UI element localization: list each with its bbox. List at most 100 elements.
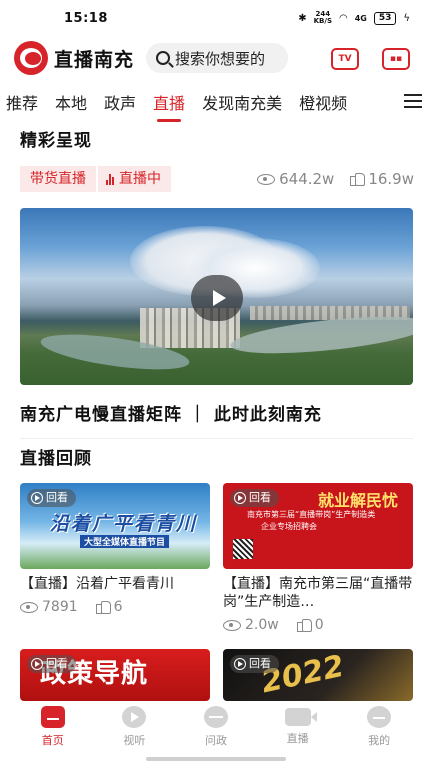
channel-tabs: 推荐 本地 政声 直播 发现南充美 橙视频	[0, 88, 432, 122]
replay-badge: 回看	[27, 489, 76, 507]
bluetooth-icon: ✱	[298, 12, 307, 24]
play-icon	[122, 706, 147, 728]
featured-stats: 644.2w 16.9w	[257, 170, 414, 188]
menu-icon[interactable]	[404, 94, 422, 108]
app-logo-icon	[14, 41, 48, 75]
replay-card-title[interactable]: 【直播】沿着广平看青川	[20, 575, 210, 593]
view-count: 644.2w	[257, 170, 334, 188]
status-time: 15:18	[64, 10, 108, 26]
replay-card[interactable]: 2022 回看	[223, 649, 413, 701]
section-title-replay: 直播回顾	[20, 449, 92, 469]
qr-code-icon	[233, 539, 253, 559]
nav-inquiry[interactable]: 问政	[186, 706, 246, 756]
radio-icon[interactable]: ▪▪	[382, 48, 410, 70]
eye-icon	[257, 173, 276, 185]
replay-card[interactable]: 政策导航 回看	[20, 649, 210, 701]
charging-icon: ϟ	[403, 12, 410, 24]
replay-badge-label: 回看	[249, 491, 271, 504]
replay-thumbnail[interactable]: 就业解民忧 南充市第三届“直播带岗”生产制造类 企业专场招聘会 回看	[223, 483, 413, 569]
signal-icon: 4G	[354, 13, 367, 23]
like-count-value: 16.9w	[368, 170, 414, 188]
replay-play-icon	[234, 658, 246, 670]
replay-thumbnail[interactable]: 政策导航 回看	[20, 649, 210, 701]
live-status-tag: 直播中	[98, 166, 171, 192]
tab-local[interactable]: 本地	[55, 90, 87, 114]
replay-badge-label: 回看	[46, 657, 68, 670]
thumbnail-subtext: 南充市第三届“直播带岗”生产制造类	[247, 510, 376, 519]
net-speed: 244 KB/S	[314, 11, 332, 25]
nav-profile-label: 我的	[368, 734, 391, 747]
nav-audio-video[interactable]: 视听	[104, 706, 164, 756]
bottom-nav: 首页 视听 问政 直播 我的	[0, 706, 432, 756]
search-icon	[156, 51, 171, 65]
live-tags: 带货直播 直播中	[20, 166, 171, 192]
like-count: 0	[296, 617, 324, 633]
play-icon[interactable]	[191, 275, 243, 321]
home-indicator[interactable]	[146, 757, 286, 761]
brand-title: 直播南充	[54, 48, 135, 71]
view-count: 7891	[20, 599, 78, 615]
replay-badge: 回看	[27, 655, 76, 673]
thumbnail-subtext: 大型全媒体直播节目	[80, 535, 170, 548]
replay-badge-label: 回看	[249, 657, 271, 670]
replay-badge: 回看	[230, 655, 279, 673]
status-bar: 15:18 ✱ 244 KB/S ◠ 4G 53 ϟ	[0, 0, 432, 36]
view-count: 2.0w	[223, 617, 279, 633]
replay-badge-label: 回看	[46, 491, 68, 504]
nav-home[interactable]: 首页	[23, 706, 83, 756]
nav-profile[interactable]: 我的	[349, 706, 409, 756]
view-count-value: 644.2w	[279, 170, 335, 188]
home-icon	[40, 706, 65, 728]
like-count: 6	[95, 599, 123, 615]
view-count-value: 7891	[42, 599, 78, 615]
thumbnail-subtext: 企业专场招聘会	[261, 522, 317, 531]
search-bar[interactable]: 搜索你想要的	[146, 43, 289, 73]
battery-icon: 53	[373, 11, 397, 25]
thumbs-up-icon	[350, 172, 366, 186]
like-count: 16.9w	[350, 170, 414, 188]
replay-thumbnail[interactable]: 2022 回看	[223, 649, 413, 701]
eye-icon	[20, 601, 38, 613]
profile-icon	[367, 706, 392, 728]
live-bars-icon	[106, 173, 114, 185]
app-header: 直播南充 搜索你想要的 TV ▪▪	[0, 38, 432, 78]
replay-card[interactable]: 沿着广平看青川 大型全媒体直播节目 回看 【直播】沿着广平看青川 7891 6	[20, 483, 210, 615]
category-tag[interactable]: 带货直播	[20, 166, 96, 192]
thumbnail-text: 就业解民忧	[318, 491, 399, 510]
tab-recommend[interactable]: 推荐	[6, 90, 38, 114]
divider	[20, 438, 413, 439]
replay-play-icon	[31, 492, 43, 504]
like-count-value: 0	[314, 617, 324, 633]
tab-politics[interactable]: 政声	[104, 90, 136, 114]
eye-icon	[223, 619, 241, 631]
replay-play-icon	[234, 492, 246, 504]
thumbs-up-icon	[95, 600, 111, 614]
tv-label: TV	[338, 54, 352, 64]
nav-audio-video-label: 视听	[123, 734, 146, 747]
status-icons: ✱ 244 KB/S ◠ 4G 53 ϟ	[298, 11, 410, 25]
featured-title[interactable]: 南充广电慢直播矩阵 ｜ 此时此刻南充	[20, 400, 322, 425]
tab-live[interactable]: 直播	[153, 90, 185, 122]
tv-icon[interactable]: TV	[331, 48, 359, 70]
chat-icon	[203, 706, 228, 728]
replay-card[interactable]: 就业解民忧 南充市第三届“直播带岗”生产制造类 企业专场招聘会 回看 【直播】南…	[223, 483, 413, 633]
nav-home-label: 首页	[41, 734, 64, 747]
replay-thumbnail[interactable]: 沿着广平看青川 大型全媒体直播节目 回看	[20, 483, 210, 569]
view-count-value: 2.0w	[245, 617, 279, 633]
wifi-icon: ◠	[338, 12, 348, 24]
nav-live-label: 直播	[286, 732, 309, 745]
nav-live[interactable]: 直播	[268, 706, 328, 756]
replay-card-stats: 7891 6	[20, 599, 210, 615]
tab-orange-video[interactable]: 橙视频	[299, 90, 347, 114]
live-status-label: 直播中	[119, 171, 161, 187]
app-screen: 15:18 ✱ 244 KB/S ◠ 4G 53 ϟ 直播南充 搜索你想要的 T…	[0, 0, 432, 768]
replay-card-title[interactable]: 【直播】南充市第三届“直播带岗”生产制造…	[223, 575, 413, 611]
section-title-featured: 精彩呈现	[20, 131, 92, 151]
search-placeholder: 搜索你想要的	[175, 49, 266, 68]
tab-discover-nanchong[interactable]: 发现南充美	[202, 90, 282, 114]
net-speed-unit: KB/S	[313, 17, 332, 25]
replay-card-stats: 2.0w 0	[223, 617, 413, 633]
replay-play-icon	[31, 658, 43, 670]
featured-video-thumbnail[interactable]	[20, 208, 413, 385]
like-count-value: 6	[113, 599, 123, 615]
